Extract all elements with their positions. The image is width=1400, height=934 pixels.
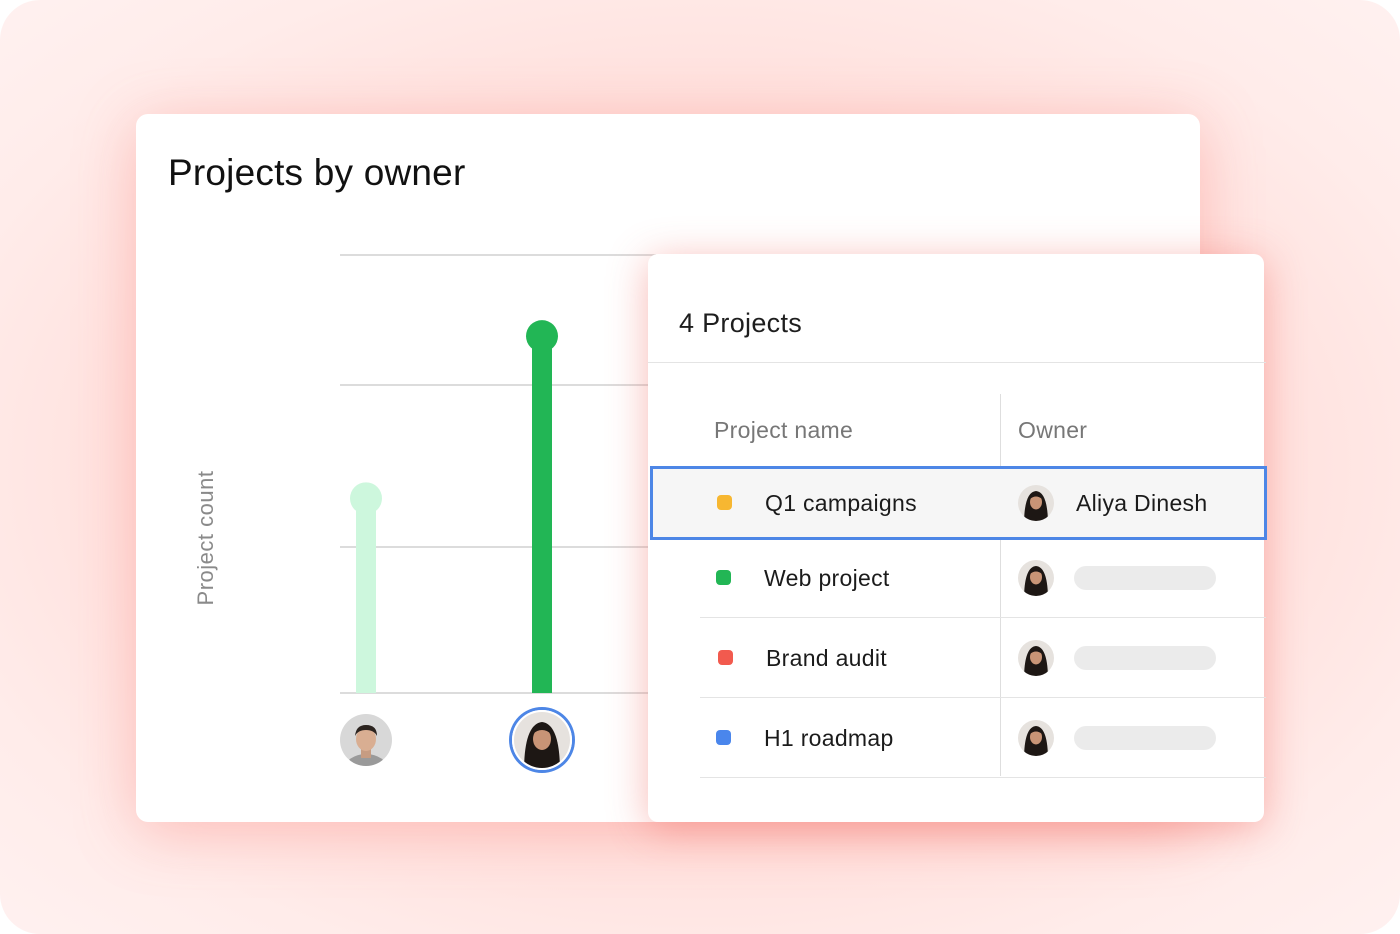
panel-divider: [648, 362, 1266, 363]
owner-avatar: [1018, 485, 1054, 521]
project-color-dot: [718, 650, 733, 665]
bar-cap-point[interactable]: [526, 320, 558, 353]
person-avatar-icon: [514, 712, 570, 768]
owner-avatar-aliya-dinesh[interactable]: [512, 710, 572, 770]
person-avatar-icon: [1018, 720, 1054, 756]
table-row[interactable]: Brand audit: [700, 618, 1266, 698]
owner-avatar: [1018, 560, 1054, 596]
project-color-dot: [717, 495, 732, 510]
project-color-dot: [716, 570, 731, 585]
owner-avatar: [1018, 720, 1054, 756]
owner-name-placeholder: [1074, 566, 1216, 590]
project-name: Brand audit: [766, 645, 887, 671]
column-header-owner[interactable]: Owner: [1018, 417, 1087, 444]
owner-avatar-1[interactable]: [340, 714, 392, 766]
person-avatar-icon: [1018, 485, 1054, 521]
projects-list-panel: 4 Projects Project name Owner Q1 campaig…: [648, 254, 1267, 822]
owner-name-placeholder: [1074, 726, 1216, 750]
page-background: Projects by owner Project count 4 Projec…: [0, 0, 1400, 934]
panel-title: 4 Projects: [679, 308, 803, 338]
owner-avatar: [1018, 640, 1054, 676]
owner-name-placeholder: [1074, 646, 1216, 670]
y-axis-label: Project count: [193, 470, 218, 606]
project-name: Q1 campaigns: [765, 490, 917, 516]
table-row[interactable]: Web project: [700, 538, 1266, 618]
table-row[interactable]: H1 roadmap: [700, 698, 1266, 778]
project-name: H1 roadmap: [764, 725, 894, 751]
bar[interactable]: [356, 498, 376, 693]
project-name: Web project: [764, 565, 890, 591]
person-avatar-icon: [1018, 560, 1054, 596]
project-color-dot: [716, 730, 731, 745]
bar-cap-point[interactable]: [350, 482, 382, 515]
column-header-project-name[interactable]: Project name: [714, 417, 853, 444]
person-avatar-icon: [1018, 640, 1054, 676]
person-avatar-icon: [340, 714, 392, 766]
bar[interactable]: [532, 336, 552, 693]
table-row[interactable]: Q1 campaigns Aliya Dinesh: [650, 466, 1267, 540]
owner-name: Aliya Dinesh: [1076, 490, 1208, 516]
